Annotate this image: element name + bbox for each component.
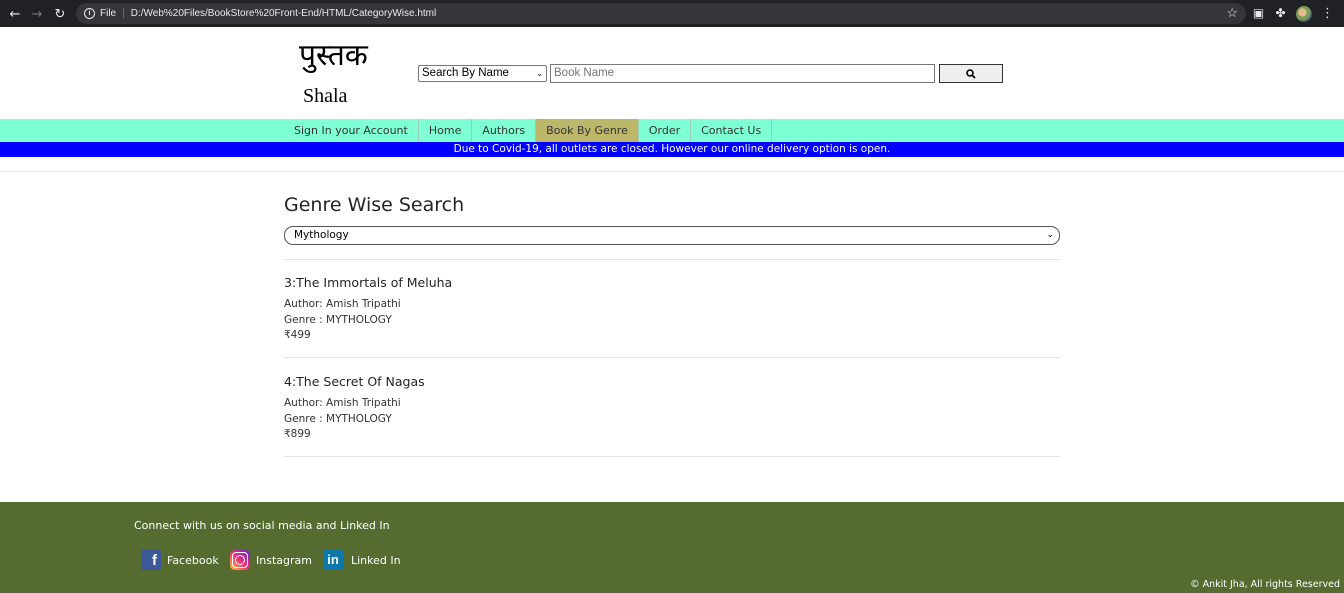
book-card: 4:The Secret Of Nagas Author: Amish Trip… — [284, 374, 425, 443]
logo-english: Shala — [303, 85, 348, 107]
forward-arrow-icon[interactable]: → — [26, 3, 48, 25]
chevron-down-icon: ⌄ — [1046, 230, 1054, 240]
instagram-icon — [230, 550, 250, 570]
book-author: Author: Amish Tripathi — [284, 298, 401, 310]
genre-select-value: Mythology — [294, 229, 349, 241]
divider — [0, 171, 1344, 172]
book-price: ₹899 — [284, 428, 311, 440]
chevron-down-icon: ⌄ — [536, 69, 543, 78]
main-navbar: Sign In your Account Home Authors Book B… — [0, 119, 1344, 142]
nav-book-by-genre[interactable]: Book By Genre — [536, 119, 639, 142]
search-mode-select[interactable]: Search By Name ⌄ — [418, 65, 547, 82]
linkedin-link[interactable]: in Linked In — [323, 550, 401, 570]
search-button[interactable] — [939, 64, 1003, 83]
menu-kebab-icon[interactable]: ⋮ — [1321, 6, 1334, 21]
search-icon — [966, 68, 976, 79]
toolbar-right: ▣ ✤ ⋮ — [1252, 0, 1344, 27]
nav-sign-in[interactable]: Sign In your Account — [284, 119, 419, 142]
covid-banner: Due to Covid-19, all outlets are closed.… — [0, 142, 1344, 157]
copyright: © Ankit Jha, All rights Reserved — [1190, 579, 1340, 590]
profile-avatar[interactable] — [1296, 5, 1312, 22]
search-mode-value: Search By Name — [422, 67, 509, 79]
book-price: ₹499 — [284, 329, 311, 341]
footer-heading: Connect with us on social media and Link… — [134, 519, 390, 532]
url-text[interactable]: D:/Web%20Files/BookStore%20Front-End/HTM… — [131, 8, 436, 19]
facebook-link[interactable]: f Facebook — [141, 550, 219, 570]
book-genre: Genre : MYTHOLOGY — [284, 313, 392, 326]
nav-order[interactable]: Order — [639, 119, 692, 142]
address-bar[interactable]: i File | D:/Web%20Files/BookStore%20Fron… — [76, 3, 1246, 24]
nav-contact-us[interactable]: Contact Us — [691, 119, 773, 142]
book-title[interactable]: 4:The Secret Of Nagas — [284, 374, 425, 389]
logo-hindi: पुस्तक — [299, 38, 368, 73]
linkedin-icon: in — [323, 550, 343, 570]
extensions-puzzle-icon[interactable]: ✤ — [1274, 7, 1287, 20]
nav-home[interactable]: Home — [419, 119, 473, 142]
divider — [284, 259, 1060, 260]
reading-list-icon[interactable]: ▣ — [1252, 7, 1265, 20]
browser-toolbar: ← → ↻ i File | D:/Web%20Files/BookStore%… — [0, 0, 1344, 27]
bookmark-star-icon[interactable]: ☆ — [1226, 5, 1238, 21]
back-arrow-icon[interactable]: ← — [4, 3, 26, 25]
nav-authors[interactable]: Authors — [472, 119, 537, 142]
instagram-link[interactable]: Instagram — [230, 550, 312, 570]
page-title: Genre Wise Search — [284, 194, 465, 216]
book-genre: Genre : MYTHOLOGY — [284, 412, 392, 425]
footer: Connect with us on social media and Link… — [0, 502, 1344, 593]
genre-select[interactable]: Mythology ⌄ — [284, 226, 1060, 245]
reload-icon[interactable]: ↻ — [49, 3, 71, 25]
linkedin-label: Linked In — [351, 553, 401, 567]
book-author: Author: Amish Tripathi — [284, 397, 401, 409]
facebook-icon: f — [141, 550, 161, 570]
instagram-label: Instagram — [256, 553, 312, 567]
divider — [284, 456, 1060, 457]
book-card: 3:The Immortals of Meluha Author: Amish … — [284, 275, 452, 344]
file-label: File — [100, 8, 117, 19]
search-input[interactable]: Book Name — [550, 64, 935, 83]
book-title[interactable]: 3:The Immortals of Meluha — [284, 275, 452, 290]
divider — [284, 357, 1060, 358]
facebook-label: Facebook — [167, 553, 219, 567]
info-icon[interactable]: i — [84, 8, 95, 19]
